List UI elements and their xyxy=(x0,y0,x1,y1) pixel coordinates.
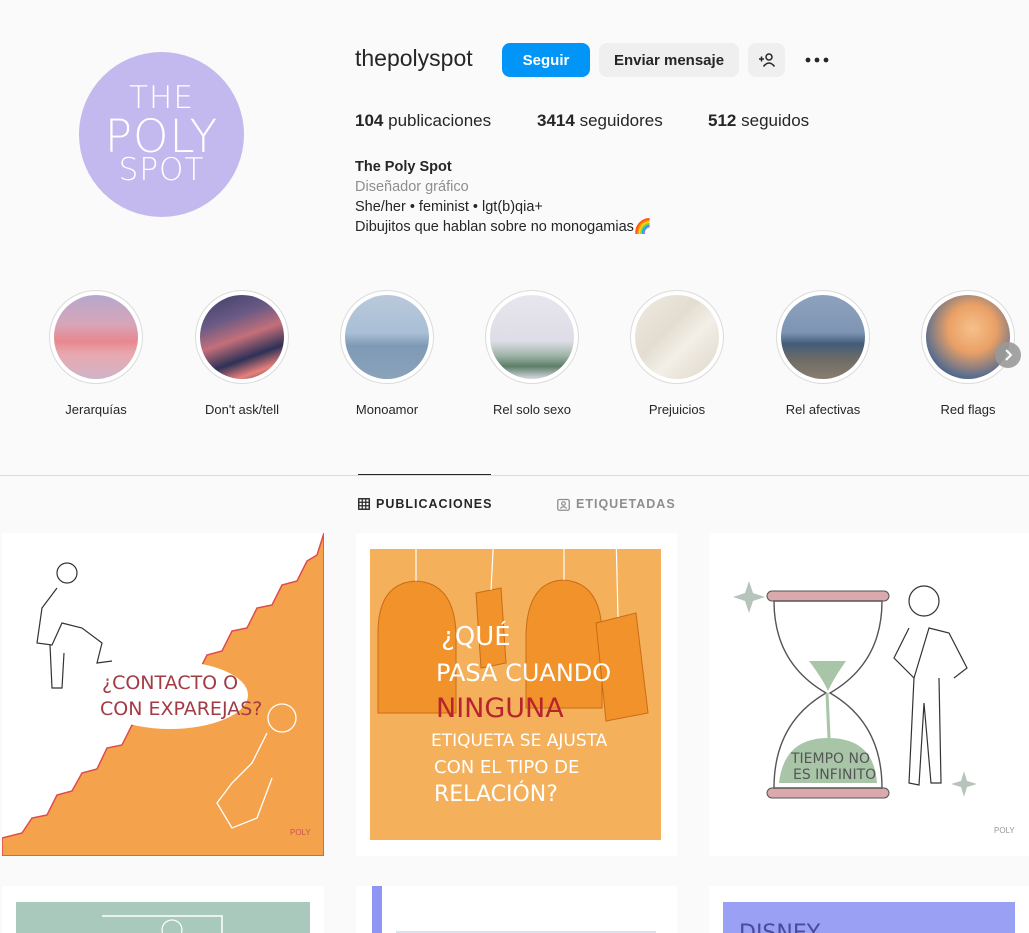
highlight-item[interactable]: Don't ask/tell xyxy=(195,290,289,417)
post-illustration xyxy=(356,886,677,933)
highlight-label: Monoamor xyxy=(355,402,419,417)
more-options-button[interactable] xyxy=(800,43,834,77)
followers-count: 3414 xyxy=(537,111,575,130)
bio-line-1: She/her • feminist • lgt(b)qia+ xyxy=(355,199,543,215)
avatar-logo-spot: SPOT xyxy=(118,152,205,188)
followers-stat[interactable]: 3414 seguidores xyxy=(537,111,663,131)
post2-text-line2: PASA CUANDO xyxy=(436,659,611,687)
post2-text-line3: NINGUNA xyxy=(436,693,564,724)
post3-text-line1: TIEMPO NO xyxy=(790,751,870,767)
highlight-ring xyxy=(630,290,724,384)
profile-avatar[interactable]: THE POLY SPOT xyxy=(79,52,244,217)
highlight-cover xyxy=(490,295,574,379)
person-plus-icon xyxy=(758,53,775,67)
following-stat[interactable]: 512 seguidos xyxy=(708,111,809,131)
posts-label: publicaciones xyxy=(388,111,492,130)
highlight-cover xyxy=(54,295,138,379)
tabs-divider xyxy=(0,475,1029,476)
highlight-cover xyxy=(635,295,719,379)
highlights-next-button[interactable] xyxy=(995,342,1021,368)
highlight-label: Red flags xyxy=(940,402,996,417)
highlight-cover xyxy=(200,295,284,379)
post2-text-line5: CON EL TIPO DE xyxy=(434,757,579,778)
following-count: 512 xyxy=(708,111,737,130)
profile-bio: The Poly Spot Diseñador gráfico She/her … xyxy=(355,157,652,237)
chevron-right-icon xyxy=(1005,349,1013,361)
send-message-button[interactable]: Enviar mensaje xyxy=(599,43,739,77)
highlight-label: Rel solo sexo xyxy=(492,402,572,417)
highlight-ring xyxy=(921,290,1015,384)
suggested-accounts-button[interactable] xyxy=(748,43,785,77)
bio-display-name: The Poly Spot xyxy=(355,159,452,175)
post-illustration: ¿QUÉ PASA CUANDO NINGUNA ETIQUETA SE AJU… xyxy=(356,533,677,856)
post-illustration: ¿CONTACTO O CON EXPAREJAS? POLY xyxy=(2,533,324,856)
highlight-cover xyxy=(781,295,865,379)
highlight-item[interactable]: Rel afectivas xyxy=(776,290,870,417)
highlight-ring xyxy=(340,290,434,384)
post-tile[interactable]: DISNEY xyxy=(709,886,1029,933)
post-illustration xyxy=(2,886,324,933)
post1-watermark: POLY xyxy=(290,828,311,837)
post-tile[interactable]: ¿QUÉ PASA CUANDO NINGUNA ETIQUETA SE AJU… xyxy=(356,533,677,856)
post2-text-line6: RELACIÓN? xyxy=(434,781,558,807)
post1-text-line2: CON EXPAREJAS? xyxy=(100,698,262,720)
bio-line-2: Dibujitos que hablan sobre no monogamias… xyxy=(355,219,652,235)
tab-tagged-label: ETIQUETADAS xyxy=(576,497,676,511)
post-tile[interactable]: TIEMPO NO ES INFINITO POLY xyxy=(709,533,1029,856)
following-label: seguidos xyxy=(741,111,810,130)
post-illustration: TIEMPO NO ES INFINITO POLY xyxy=(709,533,1029,856)
followers-label: seguidores xyxy=(579,111,663,130)
highlight-ring xyxy=(195,290,289,384)
highlight-cover xyxy=(345,295,429,379)
post3-watermark: POLY xyxy=(994,826,1015,835)
posts-count: 104 xyxy=(355,111,384,130)
highlight-label: Prejuicios xyxy=(648,402,706,417)
post3-text-line2: ES INFINITO xyxy=(793,767,876,783)
highlight-ring xyxy=(485,290,579,384)
highlight-item[interactable]: Rel solo sexo xyxy=(485,290,579,417)
tab-posts[interactable]: PUBLICACIONES xyxy=(358,497,492,511)
grid-icon xyxy=(358,498,370,510)
post6-text: DISNEY xyxy=(739,921,821,933)
active-tab-indicator xyxy=(358,474,491,475)
more-horizontal-icon xyxy=(805,57,829,63)
highlight-label: Rel afectivas xyxy=(785,402,861,417)
highlight-label: Don't ask/tell xyxy=(204,402,279,417)
tag-user-icon xyxy=(557,498,570,511)
post-tile[interactable]: ¿CONTACTO O CON EXPAREJAS? POLY xyxy=(2,533,324,856)
post2-text-line1: ¿QUÉ xyxy=(441,620,511,652)
highlight-item[interactable]: Jerarquías xyxy=(49,290,143,417)
post-tile[interactable] xyxy=(2,886,324,933)
highlight-item[interactable]: Monoamor xyxy=(340,290,434,417)
profile-username: thepolyspot xyxy=(355,45,473,71)
highlight-ring xyxy=(49,290,143,384)
follow-button[interactable]: Seguir xyxy=(502,43,590,77)
highlight-ring xyxy=(776,290,870,384)
highlight-cover xyxy=(926,295,1010,379)
bio-category: Diseñador gráfico xyxy=(355,179,469,195)
tab-posts-label: PUBLICACIONES xyxy=(376,497,493,511)
post2-text-line4: ETIQUETA SE AJUSTA xyxy=(431,731,608,751)
posts-count-stat: 104 publicaciones xyxy=(355,111,491,131)
post1-text-line1: ¿CONTACTO O xyxy=(102,672,238,694)
post-tile[interactable] xyxy=(356,886,677,933)
post-illustration: DISNEY xyxy=(709,886,1029,933)
highlight-label: Jerarquías xyxy=(65,402,127,417)
highlight-item[interactable]: Prejuicios xyxy=(630,290,724,417)
tab-tagged[interactable]: ETIQUETADAS xyxy=(557,497,676,511)
